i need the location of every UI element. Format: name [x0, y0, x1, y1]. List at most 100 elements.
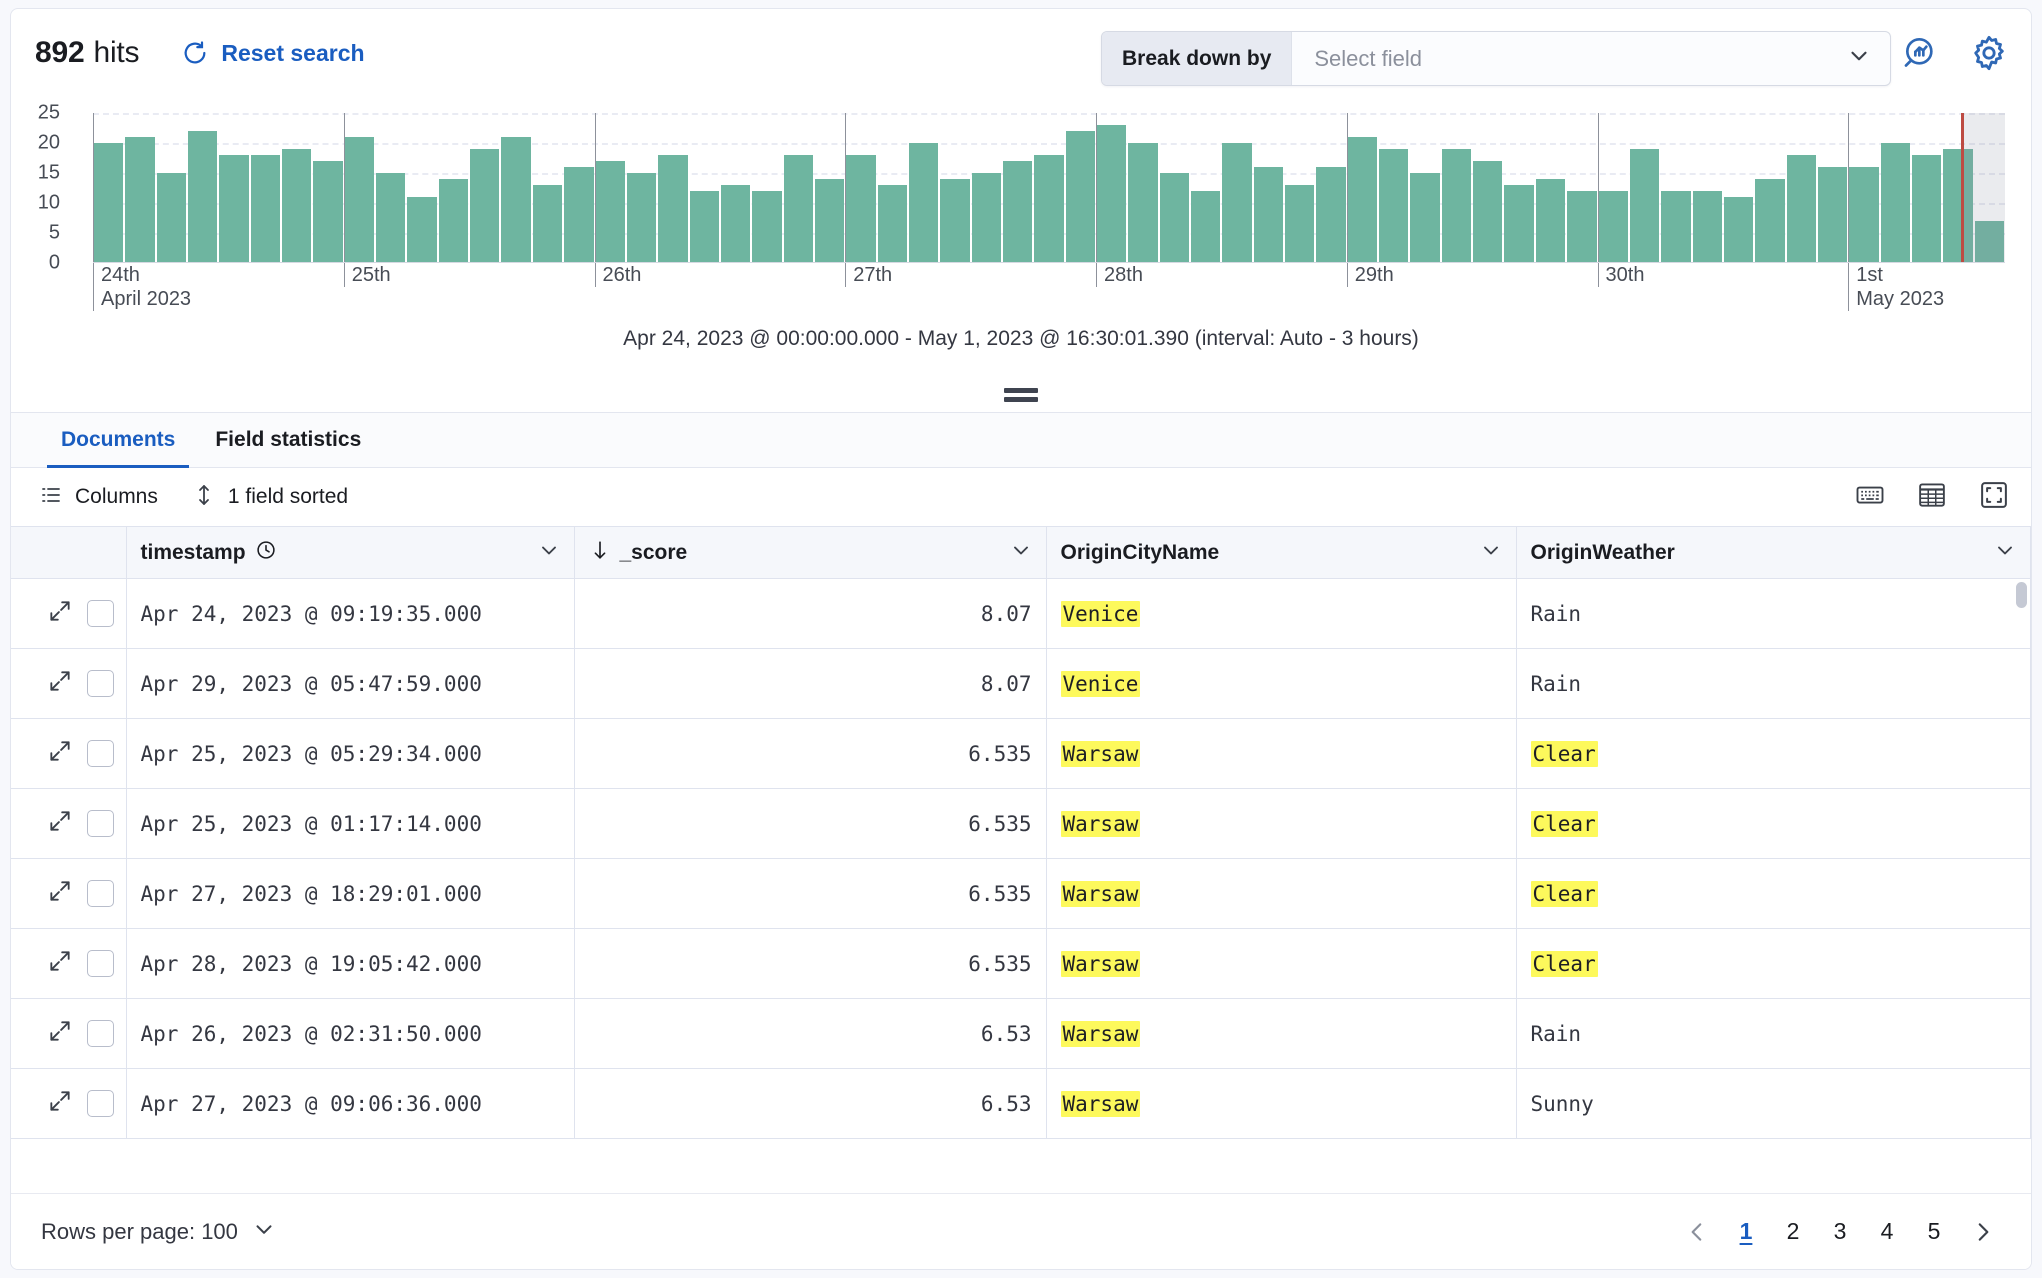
- histogram-bar[interactable]: [877, 185, 907, 263]
- histogram-bar[interactable]: [564, 167, 594, 263]
- cell-score[interactable]: 6.53: [574, 998, 1047, 1069]
- pagination-page-5[interactable]: 5: [1914, 1210, 1954, 1254]
- histogram-bar[interactable]: [1097, 125, 1127, 263]
- cell-timestamp[interactable]: Apr 24, 2023 @ 09:19:35.000: [126, 578, 575, 649]
- histogram-bar[interactable]: [1441, 149, 1472, 263]
- columns-button[interactable]: Columns: [39, 483, 158, 512]
- row-select-checkbox[interactable]: [87, 810, 114, 837]
- histogram-bar[interactable]: [1692, 191, 1722, 263]
- table-density-icon[interactable]: [1917, 480, 1947, 515]
- row-select-checkbox[interactable]: [87, 740, 114, 767]
- cell-timestamp[interactable]: Apr 25, 2023 @ 05:29:34.000: [126, 718, 575, 789]
- column-header-timestamp[interactable]: timestamp: [126, 526, 575, 579]
- histogram-bar[interactable]: [1598, 191, 1628, 263]
- histogram-bar[interactable]: [501, 137, 531, 263]
- histogram-bar[interactable]: [1786, 155, 1816, 263]
- expand-row-icon[interactable]: [47, 738, 73, 769]
- row-select-checkbox[interactable]: [87, 880, 114, 907]
- cell-timestamp[interactable]: Apr 29, 2023 @ 05:47:59.000: [126, 648, 575, 719]
- tab-field-statistics[interactable]: Field statistics: [195, 413, 381, 467]
- histogram-bar[interactable]: [1911, 155, 1942, 263]
- cell-timestamp[interactable]: Apr 28, 2023 @ 19:05:42.000: [126, 928, 575, 999]
- histogram-bar[interactable]: [94, 143, 124, 263]
- cell-originweather[interactable]: Rain: [1516, 998, 2031, 1069]
- cell-origincityname[interactable]: Warsaw: [1046, 718, 1517, 789]
- fullscreen-icon[interactable]: [1979, 480, 2009, 515]
- table-row[interactable]: Apr 25, 2023 @ 05:29:34.000 6.535 Warsaw Cl…: [11, 718, 2031, 789]
- cell-originweather[interactable]: Clear: [1516, 858, 2031, 929]
- histogram-bar[interactable]: [1285, 185, 1315, 263]
- cell-score[interactable]: 6.535: [574, 718, 1047, 789]
- tab-documents[interactable]: Documents: [41, 413, 195, 468]
- histogram-bar[interactable]: [689, 191, 719, 263]
- histogram-bar[interactable]: [376, 173, 406, 263]
- inspect-lens-icon[interactable]: [1901, 33, 1941, 78]
- histogram-bar[interactable]: [532, 185, 563, 263]
- row-select-checkbox[interactable]: [87, 1020, 114, 1047]
- histogram-bar[interactable]: [720, 185, 751, 263]
- cell-timestamp[interactable]: Apr 27, 2023 @ 18:29:01.000: [126, 858, 575, 929]
- histogram-bar[interactable]: [1222, 143, 1252, 263]
- chevron-down-icon[interactable]: [1993, 538, 2017, 568]
- grid-vertical-scrollbar[interactable]: [2016, 582, 2027, 608]
- histogram-bar[interactable]: [438, 179, 469, 263]
- gear-icon[interactable]: [1969, 33, 2009, 78]
- breakdown-field-select[interactable]: Select field: [1292, 32, 1890, 85]
- histogram-bar[interactable]: [1504, 185, 1534, 263]
- rows-per-page-selector[interactable]: Rows per page: 100: [41, 1216, 277, 1247]
- row-select-checkbox[interactable]: [87, 1090, 114, 1117]
- histogram-bar[interactable]: [1159, 173, 1190, 263]
- histogram-bar[interactable]: [1567, 191, 1597, 263]
- histogram-bar[interactable]: [783, 155, 813, 263]
- histogram-bar[interactable]: [1347, 137, 1378, 263]
- histogram-bar[interactable]: [658, 155, 688, 263]
- row-select-checkbox[interactable]: [87, 670, 114, 697]
- cell-score[interactable]: 6.535: [574, 858, 1047, 929]
- cell-origincityname[interactable]: Warsaw: [1046, 788, 1517, 859]
- cell-timestamp[interactable]: Apr 27, 2023 @ 09:06:36.000: [126, 1068, 575, 1139]
- cell-timestamp[interactable]: Apr 25, 2023 @ 01:17:14.000: [126, 788, 575, 859]
- histogram-plot[interactable]: [93, 113, 2005, 265]
- expand-row-icon[interactable]: [47, 948, 73, 979]
- histogram-bar[interactable]: [250, 155, 281, 263]
- column-header-score[interactable]: _score: [574, 526, 1047, 579]
- cell-originweather[interactable]: Clear: [1516, 788, 2031, 859]
- column-header-originweather[interactable]: OriginWeather: [1516, 526, 2031, 579]
- histogram-bar[interactable]: [1034, 155, 1064, 263]
- pagination-page-3[interactable]: 3: [1820, 1210, 1860, 1254]
- table-row[interactable]: Apr 27, 2023 @ 18:29:01.000 6.535 Warsaw Cl…: [11, 858, 2031, 929]
- cell-originweather[interactable]: Rain: [1516, 578, 2031, 649]
- histogram-bar[interactable]: [814, 179, 845, 263]
- histogram-bar[interactable]: [1473, 161, 1503, 263]
- histogram-bar[interactable]: [156, 173, 187, 263]
- histogram-bar[interactable]: [1755, 179, 1785, 263]
- histogram-bar[interactable]: [908, 143, 939, 263]
- histogram-bar[interactable]: [1065, 131, 1095, 263]
- cell-originweather[interactable]: Rain: [1516, 648, 2031, 719]
- histogram-bar[interactable]: [125, 137, 155, 263]
- cell-score[interactable]: 6.53: [574, 1068, 1047, 1139]
- cell-origincityname[interactable]: Warsaw: [1046, 998, 1517, 1069]
- expand-row-icon[interactable]: [47, 668, 73, 699]
- histogram-bar[interactable]: [470, 149, 500, 263]
- histogram-bar[interactable]: [188, 131, 218, 263]
- histogram-bar[interactable]: [1849, 167, 1879, 263]
- chevron-down-icon[interactable]: [1479, 538, 1503, 568]
- histogram-bar[interactable]: [626, 173, 657, 263]
- cell-score[interactable]: 6.535: [574, 788, 1047, 859]
- table-row[interactable]: Apr 24, 2023 @ 09:19:35.000 8.07 Venice Rai…: [11, 578, 2031, 649]
- pagination-page-4[interactable]: 4: [1867, 1210, 1907, 1254]
- chevron-down-icon[interactable]: [537, 538, 561, 568]
- histogram-bar[interactable]: [1379, 149, 1409, 263]
- keyboard-shortcuts-icon[interactable]: [1855, 480, 1885, 515]
- expand-row-icon[interactable]: [47, 1088, 73, 1119]
- histogram-bar[interactable]: [846, 155, 876, 263]
- histogram-bar[interactable]: [971, 173, 1001, 263]
- cell-score[interactable]: 8.07: [574, 648, 1047, 719]
- column-header-origincityname[interactable]: OriginCityName: [1046, 526, 1517, 579]
- pagination-page-1[interactable]: 1: [1726, 1210, 1766, 1254]
- row-select-checkbox[interactable]: [87, 600, 114, 627]
- table-row[interactable]: Apr 25, 2023 @ 01:17:14.000 6.535 Warsaw Cl…: [11, 788, 2031, 859]
- histogram-bar[interactable]: [1661, 191, 1691, 263]
- histogram-bar[interactable]: [1316, 167, 1346, 263]
